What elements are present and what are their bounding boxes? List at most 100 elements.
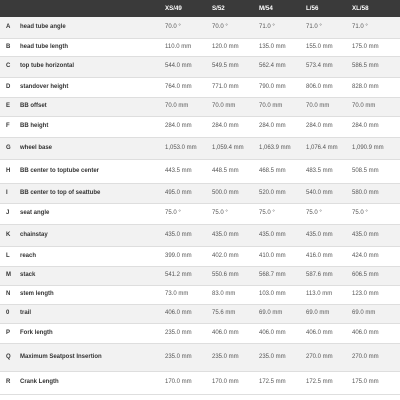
row-value: 406.0 mm: [306, 329, 333, 336]
row-value: 103.0 mm: [259, 291, 286, 298]
row-letter: E: [6, 103, 11, 110]
table-row: Q Maximum Seatpost Insertion 235.0 mm 235.0…: [0, 344, 400, 372]
row-value: 562.4 mm: [259, 63, 286, 70]
row-value: 69.0 mm: [306, 310, 330, 317]
row-value: 70.0 mm: [352, 103, 376, 110]
row-value: 75.0 °: [165, 210, 181, 217]
row-letter: C: [6, 63, 11, 70]
row-letter: M: [6, 272, 11, 279]
row-value: 568.7 mm: [259, 272, 286, 279]
row-label: stem length: [20, 291, 54, 298]
row-value: 70.0 °: [212, 23, 228, 30]
row-value: 416.0 mm: [306, 252, 333, 259]
row-value: 806.0 mm: [306, 83, 333, 90]
row-value: 69.0 mm: [352, 310, 376, 317]
table-row: R Crank Length 170.0 mm 170.0 mm 172.5 mm 172…: [0, 372, 400, 395]
row-value: 71.0 °: [259, 23, 275, 30]
row-label: Crank Length: [20, 379, 59, 386]
row-value: 284.0 mm: [306, 123, 333, 130]
geometry-table: XS/49 S/52 M/54 L/56 XL/58 Ahead tube an…: [0, 0, 400, 400]
row-label: seat angle: [20, 210, 50, 217]
row-value: 435.0 mm: [352, 231, 379, 238]
row-value: 270.0 mm: [352, 353, 379, 360]
table-row: Bhead tube length 110.0 mm 120.0 mm 135.0 m…: [0, 39, 400, 57]
row-value: 406.0 mm: [352, 329, 379, 336]
row-label: BB offset: [20, 103, 47, 110]
row-value: 573.4 mm: [306, 63, 333, 70]
row-value: 71.0 °: [306, 23, 322, 30]
row-value: 70.0 °: [165, 23, 181, 30]
table-header: XS/49 S/52 M/54 L/56 XL/58: [0, 0, 400, 17]
row-label: reach: [20, 252, 37, 259]
table-row: Lreach 399.0 mm 402.0 mm 410.0 mm 416.0 mm 42…: [0, 247, 400, 267]
row-value: 1,059.4 mm: [212, 144, 244, 151]
row-label: Fork length: [20, 329, 53, 336]
row-value: 435.0 mm: [259, 231, 286, 238]
row-value: 790.0 mm: [259, 83, 286, 90]
row-value: 443.5 mm: [165, 167, 192, 174]
row-value: 764.0 mm: [165, 83, 192, 90]
row-value: 550.6 mm: [212, 272, 239, 279]
row-value: 75.0 °: [259, 210, 275, 217]
row-value: 508.5 mm: [352, 167, 379, 174]
table-row: Gwheel base 1,053.0 mm 1,059.4 mm 1,063.9 m…: [0, 138, 400, 160]
row-value: 1,090.9 mm: [352, 144, 384, 151]
row-value: 123.0 mm: [352, 291, 379, 298]
row-value: 606.5 mm: [352, 272, 379, 279]
row-value: 235.0 mm: [212, 353, 239, 360]
row-value: 71.0 °: [352, 23, 368, 30]
row-label: wheel base: [20, 144, 53, 151]
row-value: 70.0 mm: [212, 103, 236, 110]
row-value: 170.0 mm: [212, 379, 239, 386]
row-value: 468.5 mm: [259, 167, 286, 174]
row-value: 284.0 mm: [352, 123, 379, 130]
row-label: BB center to top of seattube: [20, 189, 101, 196]
row-letter: R: [6, 379, 11, 386]
row-value: 120.0 mm: [212, 43, 239, 50]
table-row: H BB center to toptube center 443.5 mm 448.…: [0, 160, 400, 184]
row-value: 435.0 mm: [306, 231, 333, 238]
row-value: 406.0 mm: [259, 329, 286, 336]
row-value: 284.0 mm: [212, 123, 239, 130]
row-value: 135.0 mm: [259, 43, 286, 50]
row-value: 1,076.4 mm: [306, 144, 338, 151]
row-value: 69.0 mm: [259, 310, 283, 317]
row-letter: 0: [6, 310, 10, 317]
row-value: 1,063.9 mm: [259, 144, 291, 151]
row-value: 448.5 mm: [212, 167, 239, 174]
row-letter: J: [6, 210, 10, 217]
table-row: F BB height 284.0 mm 284.0 mm 284.0 mm 284.0 …: [0, 117, 400, 138]
row-value: 399.0 mm: [165, 252, 192, 259]
row-value: 406.0 mm: [165, 310, 192, 317]
row-label: chainstay: [20, 231, 48, 238]
row-value: 155.0 mm: [306, 43, 333, 50]
row-value: 541.2 mm: [165, 272, 192, 279]
table-row: Mstack 541.2 mm 550.6 mm 568.7 mm 587.6 mm 60…: [0, 267, 400, 286]
row-value: 587.6 mm: [306, 272, 333, 279]
row-label: trail: [20, 310, 32, 317]
row-value: 73.0 mm: [165, 291, 189, 298]
row-value: 435.0 mm: [165, 231, 192, 238]
row-value: 75.6 mm: [212, 310, 236, 317]
row-letter: G: [6, 144, 11, 151]
row-letter: L: [6, 252, 10, 259]
row-letter: I: [6, 189, 8, 196]
row-letter: Q: [6, 353, 11, 360]
size-header-xs: XS/49: [165, 5, 182, 12]
table-row: I BB center to top of seattube 495.0 mm 500…: [0, 184, 400, 204]
row-value: 406.0 mm: [212, 329, 239, 336]
table-row: Kchainstay 435.0 mm 435.0 mm 435.0 mm 435.0 …: [0, 225, 400, 247]
table-row: P Fork length 235.0 mm 406.0 mm 406.0 mm 406.…: [0, 324, 400, 344]
row-value: 495.0 mm: [165, 189, 192, 196]
size-header-s: S/52: [212, 5, 225, 12]
size-header-xl: XL/58: [352, 5, 369, 12]
row-value: 75.0 °: [352, 210, 368, 217]
row-value: 70.0 mm: [306, 103, 330, 110]
row-value: 70.0 mm: [165, 103, 189, 110]
row-value: 170.0 mm: [165, 379, 192, 386]
row-value: 172.5 mm: [306, 379, 333, 386]
row-value: 270.0 mm: [306, 353, 333, 360]
row-value: 235.0 mm: [165, 353, 192, 360]
row-label: BB center to toptube center: [20, 167, 100, 174]
row-value: 284.0 mm: [259, 123, 286, 130]
